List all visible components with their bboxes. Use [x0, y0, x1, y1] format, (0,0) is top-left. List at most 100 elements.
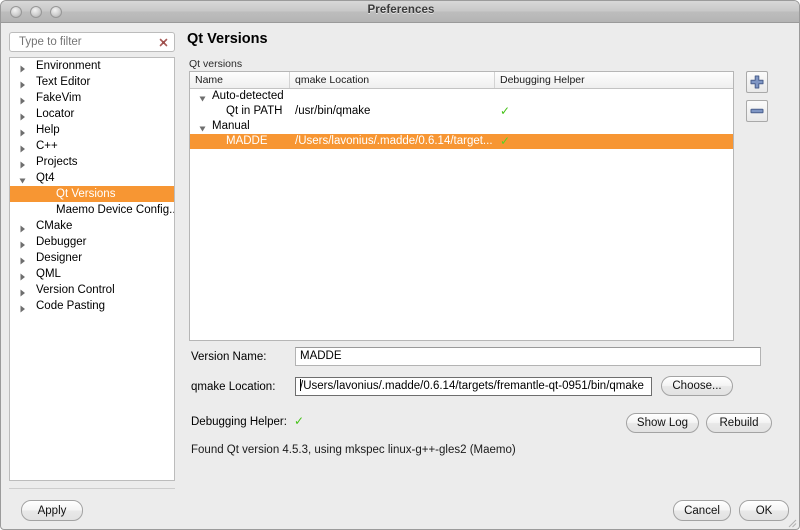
chevron-right-icon[interactable] — [19, 286, 26, 294]
qmake-location-label: qmake Location: — [191, 381, 275, 393]
chevron-right-icon[interactable] — [19, 302, 26, 310]
sidebar-item-label: Version Control — [10, 282, 174, 298]
chevron-right-icon[interactable] — [19, 126, 26, 134]
table-row[interactable]: Manual — [190, 119, 733, 134]
group-box-label: Qt versions — [189, 58, 242, 70]
preferences-window: Preferences EnvironmentText EditorFakeVi… — [0, 0, 800, 530]
sidebar-item-label: Locator — [10, 106, 174, 122]
chevron-right-icon[interactable] — [19, 254, 26, 262]
table-row[interactable]: Auto-detected — [190, 89, 733, 104]
sidebar-item-cmake[interactable]: CMake — [10, 218, 174, 234]
sidebar-item-label: Environment — [10, 58, 174, 74]
sidebar-item-text-editor[interactable]: Text Editor — [10, 74, 174, 90]
sidebar-item-label: Qt Versions — [10, 186, 174, 202]
settings-category-tree[interactable]: EnvironmentText EditorFakeVimLocatorHelp… — [9, 57, 175, 481]
cell-name: Auto-detected — [190, 89, 290, 104]
chevron-down-icon[interactable] — [199, 93, 207, 100]
chevron-right-icon[interactable] — [19, 270, 26, 278]
chevron-down-icon[interactable] — [19, 174, 26, 182]
page-title: Qt Versions — [187, 31, 268, 47]
version-name-field[interactable]: MADDE — [295, 347, 761, 366]
cell-debugging-helper — [495, 89, 733, 104]
sidebar-item-label: C++ — [10, 138, 174, 154]
sidebar-item-label: Qt4 — [10, 170, 174, 186]
status-text: Found Qt version 4.5.3, using mkspec lin… — [191, 444, 516, 456]
sidebar-item-fakevim[interactable]: FakeVim — [10, 90, 174, 106]
title-bar: Preferences — [1, 1, 800, 23]
chevron-right-icon[interactable] — [19, 142, 26, 150]
sidebar-item-debugger[interactable]: Debugger — [10, 234, 174, 250]
ok-button[interactable]: OK — [739, 500, 789, 521]
cell-name-text: Qt in PATH — [190, 105, 282, 117]
table-row[interactable]: Qt in PATH/usr/bin/qmake ✓ — [190, 104, 733, 119]
cell-qmake-location — [290, 119, 495, 134]
cell-debugging-helper: ✓ — [495, 134, 733, 149]
chevron-right-icon[interactable] — [19, 222, 26, 230]
debugging-helper-check-icon: ✓ — [294, 414, 304, 429]
sidebar-item-label: Text Editor — [10, 74, 174, 90]
version-name-label: Version Name: — [191, 351, 266, 363]
column-header-debugging-helper[interactable]: Debugging Helper — [495, 72, 733, 88]
chevron-right-icon[interactable] — [19, 94, 26, 102]
qt-versions-table[interactable]: Name qmake Location Debugging Helper Aut… — [189, 71, 734, 341]
table-row[interactable]: MADDE/Users/lavonius/.madde/0.6.14/targe… — [190, 134, 733, 149]
cell-qmake-location: /usr/bin/qmake — [290, 104, 495, 119]
plus-icon — [750, 75, 764, 89]
cell-qmake-location: /Users/lavonius/.madde/0.6.14/target... — [290, 134, 495, 149]
sidebar-item-label: CMake — [10, 218, 174, 234]
debugging-helper-label: Debugging Helper: — [191, 416, 287, 428]
clear-icon[interactable] — [159, 38, 168, 47]
cell-name: Manual — [190, 119, 290, 134]
choose-button[interactable]: Choose... — [661, 376, 733, 396]
sidebar-item-label: Debugger — [10, 234, 174, 250]
chevron-right-icon[interactable] — [19, 110, 26, 118]
show-log-button[interactable]: Show Log — [626, 413, 699, 433]
sidebar-item-label: QML — [10, 266, 174, 282]
cell-debugging-helper: ✓ — [495, 104, 733, 119]
column-header-qmake-location[interactable]: qmake Location — [290, 72, 495, 88]
sidebar-item-label: Projects — [10, 154, 174, 170]
sidebar-item-label: Designer — [10, 250, 174, 266]
sidebar-item-label: FakeVim — [10, 90, 174, 106]
sidebar-item-maemo-device-config[interactable]: Maemo Device Config... — [10, 202, 174, 218]
remove-qt-version-button[interactable] — [746, 100, 768, 122]
cell-name-text: MADDE — [190, 135, 268, 147]
main-pane: Qt Versions Qt versions Name qmake Locat… — [183, 25, 793, 487]
chevron-right-icon[interactable] — [19, 238, 26, 246]
sidebar-item-c[interactable]: C++ — [10, 138, 174, 154]
chevron-right-icon[interactable] — [19, 78, 26, 86]
cell-name: MADDE — [190, 134, 290, 149]
sidebar-item-projects[interactable]: Projects — [10, 154, 174, 170]
filter-field[interactable] — [9, 32, 175, 52]
sidebar-item-qt4[interactable]: Qt4 — [10, 170, 174, 186]
sidebar-item-locator[interactable]: Locator — [10, 106, 174, 122]
add-qt-version-button[interactable] — [746, 71, 768, 93]
sidebar-item-qml[interactable]: QML — [10, 266, 174, 282]
search-input[interactable] — [17, 35, 147, 50]
minus-icon — [750, 104, 764, 118]
chevron-right-icon[interactable] — [19, 62, 26, 70]
chevron-down-icon[interactable] — [199, 123, 207, 130]
check-icon: ✓ — [500, 134, 510, 148]
sidebar-item-label: Code Pasting — [10, 298, 174, 314]
sidebar-item-code-pasting[interactable]: Code Pasting — [10, 298, 174, 314]
window-title: Preferences — [1, 4, 800, 16]
check-icon: ✓ — [500, 104, 510, 118]
rebuild-button[interactable]: Rebuild — [706, 413, 772, 433]
sidebar-item-help[interactable]: Help — [10, 122, 174, 138]
sidebar-item-designer[interactable]: Designer — [10, 250, 174, 266]
apply-button[interactable]: Apply — [21, 500, 83, 521]
resize-grip[interactable] — [785, 515, 797, 527]
chevron-right-icon[interactable] — [19, 158, 26, 166]
qmake-location-field[interactable]: /Users/lavonius/.madde/0.6.14/targets/fr… — [295, 377, 652, 396]
cancel-button[interactable]: Cancel — [673, 500, 731, 521]
sidebar-item-label: Maemo Device Config... — [10, 202, 174, 218]
qmake-location-value: /Users/lavonius/.madde/0.6.14/targets/fr… — [300, 380, 644, 392]
cell-qmake-location — [290, 89, 495, 104]
sidebar-item-environment[interactable]: Environment — [10, 58, 174, 74]
column-header-name[interactable]: Name — [190, 72, 290, 88]
sidebar-item-qt-versions[interactable]: Qt Versions — [10, 186, 174, 202]
footer-divider — [9, 488, 175, 489]
sidebar-item-version-control[interactable]: Version Control — [10, 282, 174, 298]
sidebar-item-label: Help — [10, 122, 174, 138]
